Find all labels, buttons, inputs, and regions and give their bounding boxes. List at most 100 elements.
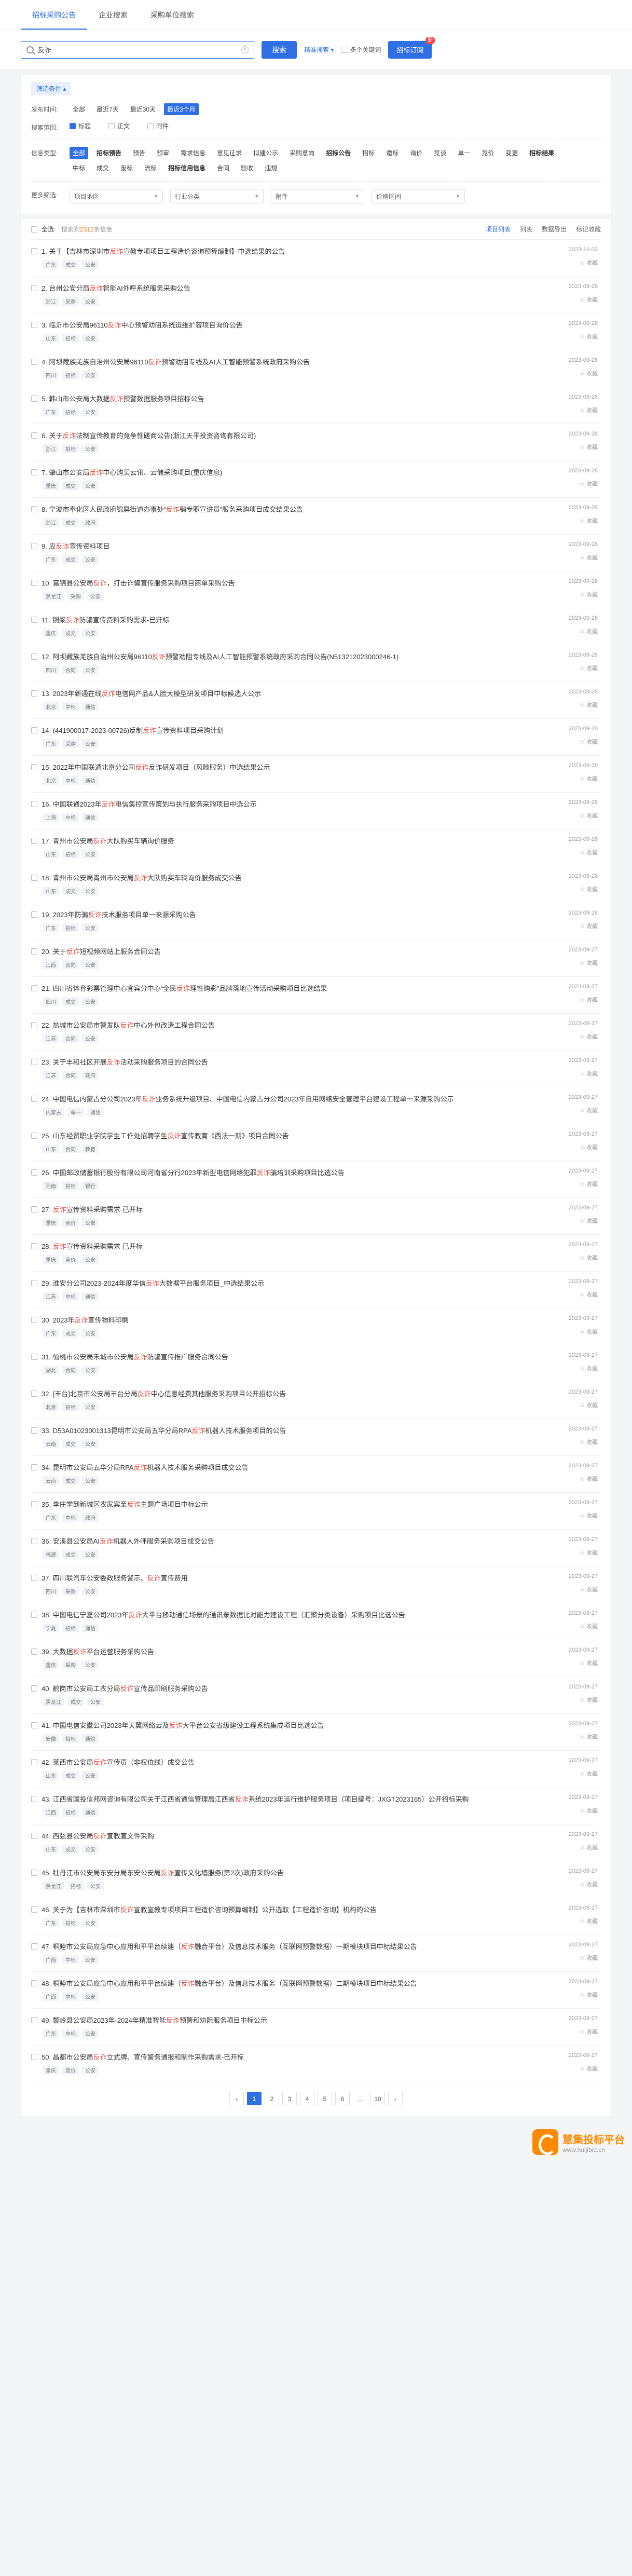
item-checkbox[interactable] [31, 911, 37, 918]
select-all-checkbox[interactable] [31, 226, 37, 233]
item-checkbox[interactable] [31, 1095, 37, 1102]
page-button[interactable]: 6 [335, 2092, 350, 2105]
page-button[interactable]: 10 [370, 2092, 385, 2105]
item-title[interactable]: 45. 牡丹江市公安局东安分局东安公安局反诈宣传文化墙服务(第2次)政府采购公告 [42, 1868, 284, 1877]
favorite-button[interactable]: ☆ 收藏 [580, 1659, 598, 1667]
filter-chip[interactable]: 最近30天 [127, 103, 159, 115]
filter-chip[interactable]: 全部 [70, 103, 88, 115]
favorite-button[interactable]: ☆ 收藏 [580, 1880, 598, 1888]
filter-title[interactable]: 筛选条件 ▴ [31, 82, 72, 95]
item-title[interactable]: 47. 桐睦市公安局应急中心应用和平平台续建（反诈融合平台）及信息技术服务（互联… [42, 1941, 417, 1951]
filter-chip[interactable]: 验收 [238, 162, 256, 174]
page-button[interactable]: 3 [282, 2092, 297, 2105]
favorite-button[interactable]: ☆ 收藏 [580, 1696, 598, 1704]
favorite-button[interactable]: ☆ 收藏 [580, 406, 598, 414]
item-checkbox[interactable] [31, 1427, 37, 1434]
item-title[interactable]: 29. 淮安分公司2023-2024年度华信反诈大数据平台服务项目_中选结果公示 [42, 1278, 264, 1288]
item-checkbox[interactable] [31, 764, 37, 770]
favorite-button[interactable]: ☆ 收藏 [580, 1585, 598, 1593]
item-title[interactable]: 22. 盐城市公安局市警发队反诈中心外包改造工程合同公告 [42, 1020, 215, 1030]
item-title[interactable]: 25. 山东经贸职业学院学生工作处招聘学生反诈宣传教育《西法一期》项目合同公告 [42, 1130, 289, 1140]
favorite-button[interactable]: ☆ 收藏 [580, 332, 598, 340]
favorite-button[interactable]: ☆ 收藏 [580, 2027, 598, 2036]
item-checkbox[interactable] [31, 874, 37, 881]
list-action[interactable]: 数据导出 [542, 225, 567, 234]
item-checkbox[interactable] [31, 2053, 37, 2060]
favorite-button[interactable]: ☆ 收藏 [580, 738, 598, 746]
filter-chip[interactable]: 招标公告 [323, 147, 354, 159]
filter-chip[interactable]: 询价 [407, 147, 425, 159]
clear-icon[interactable]: × [241, 46, 249, 53]
page-button[interactable]: 2 [265, 2092, 279, 2105]
item-checkbox[interactable] [31, 579, 37, 586]
filter-chip[interactable]: 拟建公示 [250, 147, 281, 159]
item-checkbox[interactable] [31, 469, 37, 475]
tab-buyer-search[interactable]: 采购单位搜索 [139, 10, 205, 30]
item-title[interactable]: 37. 四川联汽车公安委政服务警示、反诈宣传费用 [42, 1573, 188, 1583]
item-checkbox[interactable] [31, 1021, 37, 1028]
favorite-button[interactable]: ☆ 收藏 [580, 664, 598, 672]
scope-option[interactable]: 附件 [147, 121, 169, 130]
list-action[interactable]: 列表 [520, 225, 532, 234]
item-title[interactable]: 33. D53A01023001313昆明市公安局五华分局RPA反诈机器人技术服… [42, 1425, 286, 1435]
favorite-button[interactable]: ☆ 收藏 [580, 1954, 598, 1962]
item-title[interactable]: 19. 2023年防骗反诈技术服务项目单一来源采购公告 [42, 909, 196, 919]
filter-chip[interactable]: 竞谈 [431, 147, 449, 159]
item-title[interactable]: 20. 关于反诈短视频网站上服务合同公告 [42, 946, 161, 956]
filter-chip[interactable]: 预告 [130, 147, 148, 159]
item-checkbox[interactable] [31, 358, 37, 365]
item-checkbox[interactable] [31, 1169, 37, 1176]
advanced-search-link[interactable]: 精准搜索 ▾ [304, 45, 334, 54]
favorite-button[interactable]: ☆ 收藏 [580, 1806, 598, 1815]
item-checkbox[interactable] [31, 985, 37, 991]
item-title[interactable]: 48. 桐睦市公安局应急中心应用和平平台续建（反诈融合平台）及信息技术服务（互联… [42, 1978, 417, 1988]
item-title[interactable]: 49. 黎岭县公安局2023年-2024年精准智能反诈预警和劝阻服务项目中标公示 [42, 2015, 267, 2025]
favorite-button[interactable]: ☆ 收藏 [580, 959, 598, 967]
favorite-button[interactable]: ☆ 收藏 [580, 1364, 598, 1372]
filter-select[interactable]: 行业分类 ▼ [170, 189, 264, 203]
page-button[interactable]: 4 [300, 2092, 314, 2105]
filter-select[interactable]: 项目地区 ▼ [70, 189, 163, 203]
item-title[interactable]: 10. 富锦县公安局反诈，打击诈骗宣传服务采购项目商单采购公告 [42, 578, 235, 588]
favorite-button[interactable]: ☆ 收藏 [580, 516, 598, 525]
item-title[interactable]: 7. 肇山市公安局反诈中心购买云讯、云储采购项目(重庆信息) [42, 467, 222, 477]
filter-select[interactable]: 附件 ▼ [271, 189, 364, 203]
favorite-button[interactable]: ☆ 收藏 [580, 295, 598, 304]
item-checkbox[interactable] [31, 1353, 37, 1360]
favorite-button[interactable]: ☆ 收藏 [580, 885, 598, 893]
item-checkbox[interactable] [31, 1869, 37, 1876]
item-title[interactable]: 44. 西弦县公安局反诈宣教宣文件采购 [42, 1831, 154, 1841]
favorite-button[interactable]: ☆ 收藏 [580, 1143, 598, 1151]
search-button[interactable]: 搜索 [262, 40, 297, 59]
list-action[interactable]: 标记收藏 [576, 225, 601, 234]
item-checkbox[interactable] [31, 1574, 37, 1581]
tab-bid-notice[interactable]: 招标采购公告 [21, 10, 87, 30]
page-button[interactable]: 1 [247, 2092, 262, 2105]
item-checkbox[interactable] [31, 1980, 37, 1986]
item-title[interactable]: 46. 关于为【吉林市深圳市反诈宣教宣教专项项目工程造价咨询预算编制】公开选取【… [42, 1904, 377, 1914]
item-title[interactable]: 38. 中国电信宁夏公司2023年反诈大平台移动通信场景的通讯录数据比对能力建设… [42, 1610, 405, 1619]
scope-option[interactable]: 正文 [108, 121, 130, 130]
favorite-button[interactable]: ☆ 收藏 [580, 1106, 598, 1114]
item-title[interactable]: 24. 中国电信内蒙古分公司2023年反诈业务系统升级项目、中国电信内蒙古分公司… [42, 1094, 454, 1103]
item-title[interactable]: 32. [丰台]北京市公安局丰台分局反诈中心信息经费其他服务采购项目公开招标公告 [42, 1388, 286, 1398]
item-checkbox[interactable] [31, 321, 37, 328]
item-title[interactable]: 13. 2023年新通在线反诈电信网产品&人脸大模型研发项目中标候选人公示 [42, 688, 261, 698]
favorite-button[interactable]: ☆ 收藏 [580, 1917, 598, 1925]
filter-chip[interactable]: 最近3个月 [164, 103, 199, 115]
favorite-button[interactable]: ☆ 收藏 [580, 258, 598, 267]
item-title[interactable]: 3. 临沂市公安局96110反诈中心预警劝阻系统运维扩容项目询价公告 [42, 320, 243, 330]
favorite-button[interactable]: ☆ 收藏 [580, 1843, 598, 1851]
filter-chip[interactable]: 违规 [262, 162, 280, 174]
favorite-button[interactable]: ☆ 收藏 [580, 590, 598, 598]
filter-chip[interactable]: 意见征求 [214, 147, 245, 159]
item-title[interactable]: 5. 韩山市公安局大数据反诈预警数据服务项目招标公告 [42, 393, 204, 403]
favorite-button[interactable]: ☆ 收藏 [580, 480, 598, 488]
filter-chip[interactable]: 合同 [214, 162, 232, 174]
item-title[interactable]: 17. 青州市公安局反诈大队购买车辆询价服务 [42, 836, 174, 846]
favorite-button[interactable]: ☆ 收藏 [580, 1180, 598, 1188]
favorite-button[interactable]: ☆ 收藏 [580, 1401, 598, 1409]
favorite-button[interactable]: ☆ 收藏 [580, 1032, 598, 1041]
item-title[interactable]: 26. 中国邮政储蓄银行股份有限公司河南省分行2023年新型电信网络犯罪反诈骗培… [42, 1167, 345, 1177]
item-title[interactable]: 8. 宁波市奉化区人民政府锦屏街道办事处“反诈骗专职宣讲员”服务采购项目成交结果… [42, 504, 303, 514]
